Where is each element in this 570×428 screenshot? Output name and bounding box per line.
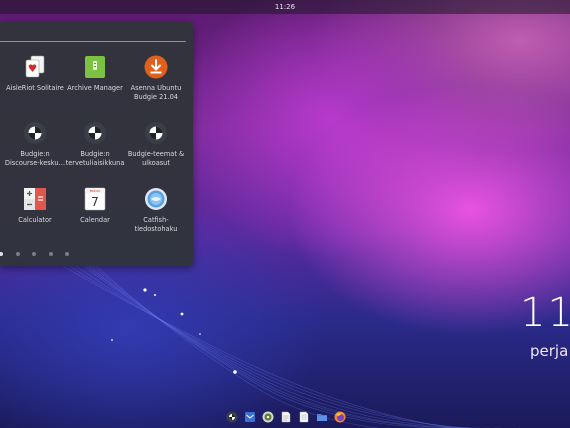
app-label: Calendar — [80, 216, 110, 224]
firefox-icon[interactable] — [334, 411, 346, 423]
calendar-icon: FRIDAY 7 — [83, 187, 107, 211]
app-catfish[interactable]: Catfish-tiedostohaku — [125, 187, 187, 234]
app-budgie-themes[interactable]: Budgie-teemat & ulkoasut — [125, 121, 187, 168]
menu-search-underline[interactable] — [0, 41, 186, 42]
page-dot[interactable] — [0, 252, 3, 256]
archive-icon — [83, 55, 107, 79]
app-calendar[interactable]: FRIDAY 7 Calendar — [64, 187, 126, 225]
calendar-month-text: FRIDAY — [90, 189, 101, 193]
menu-page-indicator — [0, 250, 100, 258]
dock — [226, 410, 346, 426]
folder-icon[interactable] — [316, 411, 328, 423]
calculator-icon — [23, 187, 47, 211]
cards-icon — [23, 55, 47, 79]
desktop-clock-hour: 11 — [520, 290, 570, 336]
app-label: Asenna Ubuntu Budgie 21.04 — [130, 84, 182, 101]
application-menu: AisleRiot Solitaire Archive Manager Asen… — [0, 22, 193, 266]
app-label: Catfish-tiedostohaku — [134, 216, 178, 233]
panel-clock[interactable]: 11:26 — [275, 3, 295, 11]
app-calculator[interactable]: Calculator — [4, 187, 66, 225]
app-budgie-welcome[interactable]: Budgie:n tervetuliaisikkuna — [64, 121, 126, 168]
page-dot[interactable] — [65, 252, 69, 256]
mail-icon[interactable] — [244, 411, 256, 423]
search-icon — [144, 187, 168, 211]
desktop-clock-day: perja — [530, 342, 569, 360]
text-editor-icon[interactable] — [298, 411, 310, 423]
disk-icon[interactable] — [262, 411, 274, 423]
app-aisleriot[interactable]: AisleRiot Solitaire — [4, 55, 66, 93]
page-dot[interactable] — [49, 252, 53, 256]
app-label: Budgie:n Discourse-kesku… — [4, 150, 66, 167]
wallpaper-wave — [19, 240, 520, 428]
app-budgie-discourse[interactable]: Budgie:n Discourse-kesku… — [4, 121, 66, 168]
budgie-icon — [144, 121, 168, 145]
app-label: Archive Manager — [67, 84, 123, 92]
app-archive-manager[interactable]: Archive Manager — [64, 55, 126, 93]
install-icon — [144, 55, 168, 79]
app-label: Budgie-teemat & ulkoasut — [127, 150, 185, 167]
budgie-icon — [23, 121, 47, 145]
app-label: Calculator — [18, 216, 52, 224]
budgie-icon[interactable] — [226, 411, 238, 423]
app-label: AisleRiot Solitaire — [6, 84, 64, 92]
top-panel: 11:26 — [0, 0, 570, 14]
app-install-ubuntu-budgie[interactable]: Asenna Ubuntu Budgie 21.04 — [125, 55, 187, 102]
app-label: Budgie:n tervetuliaisikkuna — [65, 150, 125, 167]
calendar-day-text: 7 — [91, 195, 99, 209]
budgie-icon — [83, 121, 107, 145]
page-dot[interactable] — [32, 252, 36, 256]
page-dot[interactable] — [16, 252, 20, 256]
document-icon[interactable] — [280, 411, 292, 423]
